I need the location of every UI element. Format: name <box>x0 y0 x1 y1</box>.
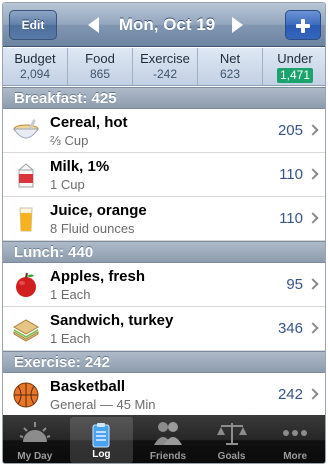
summary-value: 2,094 <box>19 67 51 81</box>
summary-label: Under <box>277 51 313 66</box>
edit-button[interactable]: Edit <box>9 10 57 40</box>
summary-label: Budget <box>14 51 56 66</box>
food-serving: 1 Each <box>50 331 91 346</box>
basketball-icon <box>13 382 39 408</box>
scale-icon <box>216 423 247 445</box>
apple-icon <box>16 272 36 297</box>
list-item[interactable]: Cereal, hot ⅔ Cup 205 <box>3 109 325 153</box>
summary-budget: Budget 2,094 <box>3 48 67 85</box>
tab-label: More <box>283 451 308 462</box>
app-window: Edit Mon, Oct 19 Budget 2,094 Food 865 E… <box>2 2 326 464</box>
food-name: Juice, orange <box>50 202 147 219</box>
summary-value: 865 <box>89 67 111 81</box>
previous-day-icon[interactable] <box>88 17 99 33</box>
food-serving: 8 Fluid ounces <box>50 221 135 236</box>
tab-label: Goals <box>217 451 246 462</box>
juice-glass-icon <box>19 207 33 232</box>
food-calories: 110 <box>279 166 303 183</box>
list-item[interactable]: Juice, orange 8 Fluid ounces 110 <box>3 197 325 241</box>
list-item[interactable]: Basketball General — 45 Min 242 <box>3 373 325 415</box>
summary-net: Net 623 <box>197 48 262 85</box>
food-serving: ⅔ Cup <box>50 133 89 148</box>
food-serving: 1 Cup <box>50 177 85 192</box>
food-name: Apples, fresh <box>50 268 146 285</box>
sunrise-icon <box>19 422 51 442</box>
food-name: Milk, 1% <box>50 158 110 175</box>
cereal-bowl-icon <box>13 119 39 139</box>
exercise-detail: General — 45 Min <box>50 397 156 412</box>
tab-label: Friends <box>149 451 187 462</box>
summary-value: 623 <box>219 67 241 81</box>
tab-label: Log <box>92 449 111 460</box>
food-name: Sandwich, turkey <box>50 312 174 329</box>
chevron-right-icon <box>307 278 319 290</box>
food-calories: 346 <box>277 320 303 337</box>
food-calories: 95 <box>286 276 303 293</box>
list-item[interactable]: Milk, 1% 1 Cup 110 <box>3 153 325 197</box>
food-name: Cereal, hot <box>50 114 128 131</box>
chevron-right-icon <box>307 388 319 400</box>
food-serving: 1 Each <box>50 287 91 302</box>
chevron-right-icon <box>307 124 319 136</box>
summary-label: Food <box>85 51 115 66</box>
summary-exercise: Exercise -242 <box>132 48 197 85</box>
summary-label: Net <box>219 51 241 66</box>
add-button[interactable] <box>285 10 321 40</box>
date-title: Mon, Oct 19 <box>118 15 216 34</box>
tab-label: My Day <box>17 451 53 462</box>
list-item[interactable]: Apples, fresh 1 Each 95 <box>3 263 325 307</box>
exercise-calories: 242 <box>277 386 303 403</box>
nav-bar: Edit Mon, Oct 19 <box>3 3 325 47</box>
section-header-exercise: Exercise: 242 <box>3 351 325 373</box>
summary-under-badge: 1,471 <box>276 68 314 83</box>
tab-bar: My Day Log Friends Goals More <box>3 415 325 463</box>
summary-food: Food 865 <box>67 48 132 85</box>
food-log-list[interactable]: Breakfast: 425 Cereal, hot ⅔ Cup 205 Mil… <box>3 87 325 415</box>
more-dots-icon <box>283 430 308 436</box>
clipboard-icon <box>92 423 110 448</box>
calorie-summary[interactable]: Budget 2,094 Food 865 Exercise -242 Net … <box>3 48 325 86</box>
food-calories: 205 <box>277 122 303 139</box>
chevron-right-icon <box>307 212 319 224</box>
section-header-lunch: Lunch: 440 <box>3 241 325 263</box>
section-header-breakfast: Breakfast: 425 <box>3 87 325 109</box>
summary-value: -242 <box>152 67 178 81</box>
milk-carton-icon <box>18 163 34 188</box>
summary-label: Exercise <box>140 51 190 66</box>
summary-under: Under 1,471 <box>262 48 325 85</box>
tab-my-day[interactable]: My Day <box>3 415 67 463</box>
list-item[interactable]: Sandwich, turkey 1 Each 346 <box>3 307 325 351</box>
tab-goals[interactable]: Goals <box>200 415 264 463</box>
tab-friends[interactable]: Friends <box>136 415 200 463</box>
tab-log[interactable]: Log <box>69 417 134 463</box>
chevron-right-icon <box>307 322 319 334</box>
sandwich-icon <box>13 319 39 342</box>
chevron-right-icon <box>307 168 319 180</box>
food-calories: 110 <box>279 210 303 227</box>
exercise-name: Basketball <box>50 378 126 395</box>
tab-more[interactable]: More <box>263 415 325 463</box>
friends-icon <box>153 422 182 445</box>
next-day-icon[interactable] <box>232 17 243 33</box>
